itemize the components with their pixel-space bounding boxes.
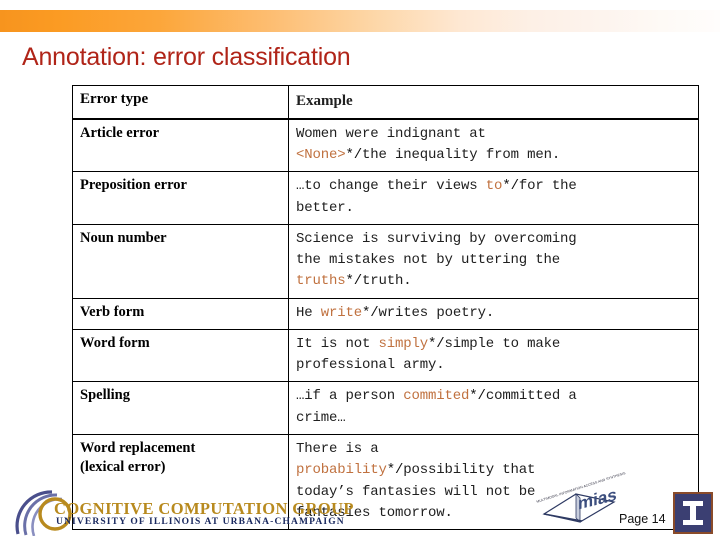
error-token: write [320,304,363,321]
error-type-label: Preposition error [80,177,187,194]
correction-token: for [518,178,544,195]
error-type-cell: Word form [72,328,289,383]
example-line: professional army. [296,355,691,376]
block-i-bottom-bar [683,520,703,525]
error-token: commited [403,388,470,405]
error-classification-table: Error type Example Article error Women we… [72,84,699,531]
example-text: There is a [296,440,379,457]
example-text: …to change their views [296,178,486,195]
error-type-label-secondary: (lexical error) [80,458,166,475]
error-type-label: Verb form [80,303,145,320]
page-title: Annotation: error classification [22,43,351,71]
example-text: the mistakes not by uttering the [296,252,561,269]
example-text: He [296,304,321,321]
table-row: Preposition error …to change their views … [72,171,699,225]
example-line: Women were indignant at [296,124,691,145]
error-type-cell: Noun number [72,223,289,299]
example-text: …if a person [296,388,404,405]
example-cell: Science is surviving by overcoming the mi… [288,223,699,299]
error-token: probability [296,462,387,479]
title-accent-bar [0,10,720,32]
block-i-stem [690,505,696,521]
error-type-cell: Verb form [72,297,289,330]
example-text: . [403,273,412,290]
example-text: the [543,178,577,195]
table-row: Word form It is not simply*/simple to mak… [72,328,699,383]
example-line: probability*/possibility that [296,460,691,481]
example-line: Science is surviving by overcoming [296,229,691,250]
example-text: to make [494,335,561,352]
error-type-label: Article error [80,124,160,141]
page-number: Page 14 [619,512,666,526]
mias-wordmark-icon: mias [542,488,617,523]
example-text: better. [296,199,354,216]
error-token: <None> [296,147,346,164]
cognitive-computation-group-logo: COGNITIVE COMPUTATION GROUP UNIVERSITY O… [8,490,353,536]
correction-separator: */ [386,462,404,479]
illinois-block-i-logo [673,492,713,534]
example-line: …to change their views to*/for the [296,176,691,197]
column-header-error-type: Error type [72,84,289,120]
correction-separator: */ [345,147,363,164]
table-body: Error type Example Article error Women we… [72,84,699,531]
correction-separator: */ [362,304,379,321]
example-line: crime… [296,408,691,429]
correction-separator: */ [469,388,486,405]
example-cell: Women were indignant at <None>*/the inequ… [288,118,699,173]
example-line: There is a [296,439,691,460]
error-token: to [485,178,503,195]
correction-token: the [362,147,387,164]
error-type-cell: Article error [72,118,289,173]
example-line: He write*/writes poetry. [296,303,691,324]
error-token: simply [378,335,429,352]
correction-token: truth [362,273,404,290]
example-line: today’s fantasies will not be [296,482,691,503]
error-type-label: Word form [80,334,150,351]
table-row: Verb form He write*/writes poetry. [72,297,699,330]
table-row: Article error Women were indignant at <Non… [72,118,699,173]
example-line: truths*/truth. [296,271,691,292]
mias-logo: mias MULTIMODAL INFORMATION ACCESS AND S… [536,471,626,530]
example-cell: …if a person commited*/committed a crime… [288,381,699,435]
example-text: Science is surviving by overcoming [296,230,577,247]
correction-token: possibility [403,462,495,479]
correction-separator: */ [428,335,445,352]
error-type-label: Word replacement [80,439,196,456]
example-text: Women were indignant at [296,125,486,142]
error-type-cell: Preposition error [72,171,289,225]
example-text: that [494,462,536,479]
ccg-logo-line2: UNIVERSITY OF ILLINOIS AT URBANA-CHAMPAI… [56,517,345,527]
ccg-logo-line1: COGNITIVE COMPUTATION GROUP [54,499,354,518]
error-token: truths [296,273,346,290]
error-type-cell: Spelling [72,381,289,435]
example-cell: It is not simply*/simple to make professi… [288,328,699,383]
error-type-label: Spelling [80,387,130,404]
correction-separator: */ [502,178,519,195]
example-line: It is not simply*/simple to make [296,334,691,355]
example-cell: He write*/writes poetry. [288,297,699,330]
error-type-label: Noun number [80,229,167,246]
example-cell: …to change their views to*/for the better… [288,171,699,225]
correction-separator: */ [345,273,363,290]
correction-token: committed [485,388,561,405]
example-line: <None>*/the inequality from men. [296,145,691,166]
table-header-row: Error type Example [72,84,699,120]
example-text: It is not [296,335,379,352]
example-line: better. [296,198,691,219]
example-text: inequality from men. [386,147,561,164]
column-header-example: Example [288,84,699,120]
table-row: Spelling …if a person commited*/committed… [72,381,699,435]
example-line: …if a person commited*/committed a [296,386,691,407]
example-line: the mistakes not by uttering the [296,250,691,271]
example-text: poetry. [428,304,495,321]
correction-token: writes [378,304,429,321]
example-text: crime… [296,409,346,426]
correction-token: simple [444,335,495,352]
example-text: today’s fantasies will not be [296,483,536,500]
example-text: professional army. [296,357,445,374]
example-text: a [560,388,577,405]
table-row: Noun number Science is surviving by overc… [72,223,699,299]
